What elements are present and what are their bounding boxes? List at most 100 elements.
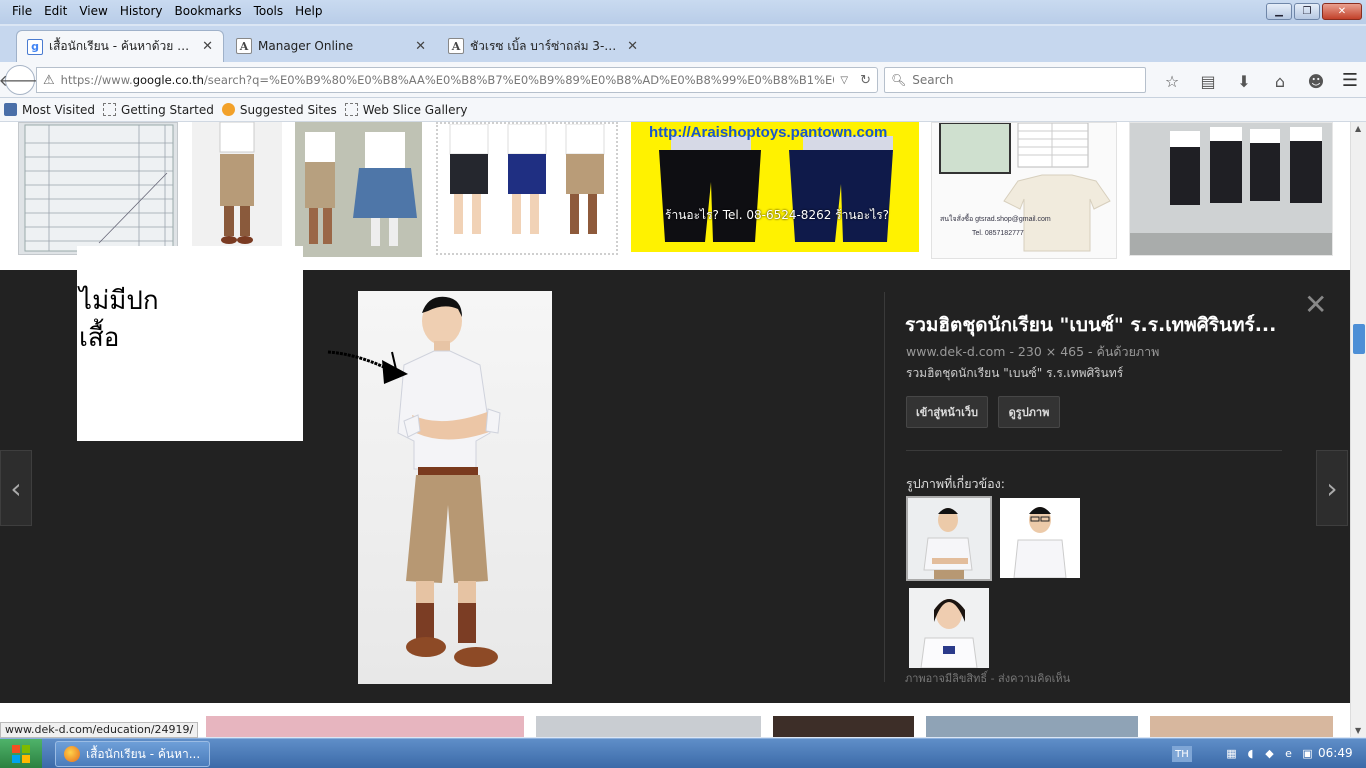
tab-manager-news[interactable]: A ชัวเรซ เบิ้ล บาร์ซ่าถล่ม 3-1 จ่อ... ✕ [438, 30, 648, 62]
close-tab-icon[interactable]: ✕ [627, 39, 638, 54]
network-icon[interactable]: ▦ [1224, 746, 1239, 761]
image-results-row-bottom [0, 716, 1350, 737]
windows-taskbar: เสื้อนักเรียน - ค้นหา... TH ▦ ◖ ◆ e ▣ 06… [0, 738, 1366, 768]
tab-title: ชัวเรซ เบิ้ล บาร์ซ่าถล่ม 3-1 จ่อ... [470, 38, 621, 53]
annotation-line-2: เสื้อ [79, 323, 120, 353]
suggested-icon [221, 103, 235, 116]
image-result[interactable] [773, 716, 914, 737]
bookmark-star-icon[interactable]: ☆ [1154, 70, 1190, 92]
menu-view[interactable]: View [73, 2, 113, 20]
search-bar[interactable]: 🔍︎ [884, 67, 1146, 93]
restore-button[interactable]: ❐ [1294, 3, 1320, 20]
reload-icon[interactable]: ↻ [854, 73, 877, 88]
close-window-button[interactable]: ✕ [1322, 3, 1362, 20]
download-icon[interactable]: ⬇ [1226, 70, 1262, 92]
navigation-bar: 🡐 ⚠ https://www.google.co.th/search?q=%E… [0, 62, 1366, 98]
bookmark-suggested-sites[interactable]: Suggested Sites [221, 103, 337, 117]
next-image-button[interactable]: › [1316, 450, 1348, 526]
menu-bar: File Edit View History Bookmarks Tools H… [0, 0, 329, 22]
bookmark-most-visited[interactable]: Most Visited [4, 103, 95, 117]
language-indicator[interactable]: TH [1172, 746, 1192, 762]
url-text[interactable]: https://www.google.co.th/search?q=%E0%B9… [61, 73, 835, 87]
close-preview-icon[interactable]: ✕ [1304, 288, 1327, 321]
status-url: www.dek-d.com/education/24919/ [0, 722, 199, 738]
app-tray-icon[interactable]: ◆ [1262, 746, 1277, 761]
url-dropdown-icon[interactable]: ▽ [834, 75, 854, 86]
page-scrollbar[interactable]: ▲ ▼ [1350, 122, 1366, 737]
page-content: http://Araishoptoys.pantown.com ร้านอะไร… [0, 122, 1350, 737]
minimize-button[interactable]: ▁ [1266, 3, 1292, 20]
system-tray: ▦ ◖ ◆ e ▣ [1224, 746, 1315, 761]
search-input[interactable] [912, 73, 1133, 87]
copyright-feedback-links[interactable]: ภาพอาจมีลิขสิทธิ์ - ส่งความคิดเห็น [905, 669, 1070, 687]
taskbar-firefox-window[interactable]: เสื้อนักเรียน - ค้นหา... [55, 741, 210, 767]
svg-text:Tel. 0857182777: Tel. 0857182777 [972, 230, 1024, 237]
back-button[interactable]: 🡐 [0, 65, 41, 95]
annotation-arrow [327, 350, 408, 384]
scroll-thumb[interactable] [1353, 324, 1365, 354]
visit-page-button[interactable]: เข้าสู่หน้าเว็บ [906, 396, 988, 428]
power-icon[interactable]: ▣ [1300, 746, 1315, 761]
preview-meta: www.dek-d.com - 230 × 465 - ค้นด้วยภาพ [906, 344, 1160, 359]
tab-manager-online[interactable]: A Manager Online ✕ [226, 30, 436, 62]
menu-help[interactable]: Help [289, 2, 328, 20]
folder-icon [4, 103, 17, 116]
shorts-ad-image [659, 136, 893, 242]
image-result[interactable] [536, 716, 761, 737]
volume-icon[interactable]: ◖ [1243, 746, 1258, 761]
reading-list-icon[interactable]: ▤ [1190, 70, 1226, 92]
document-image [24, 124, 174, 252]
page-icon [344, 103, 358, 116]
menu-tools[interactable]: Tools [248, 2, 290, 20]
related-image-selected[interactable] [906, 496, 992, 581]
tab-google-search[interactable]: g เสื้อนักเรียน - ค้นหาด้วย Google ✕ [16, 30, 224, 62]
window-controls: ▁ ❐ ✕ [1266, 3, 1362, 20]
home-icon[interactable]: ⌂ [1262, 70, 1298, 92]
ie-icon[interactable]: e [1281, 746, 1296, 761]
warning-icon[interactable]: ⚠ [43, 73, 55, 88]
image-result[interactable]: สนใจสั่งซื้อ gtsrad.shop@gmail.com Tel. … [931, 122, 1117, 259]
image-result[interactable] [436, 122, 618, 255]
chevron-left-icon: ‹ [10, 471, 22, 505]
related-image[interactable] [909, 588, 989, 668]
image-result[interactable] [1129, 122, 1333, 256]
bookmark-getting-started[interactable]: Getting Started [103, 103, 214, 117]
students-image [295, 122, 422, 257]
toolbar-icons: ☆ ▤ ⬇ ⌂ ☻ [1154, 70, 1334, 92]
panel-divider [884, 292, 885, 682]
tab-strip: g เสื้อนักเรียน - ค้นหาด้วย Google ✕ A M… [0, 26, 1366, 79]
close-tab-icon[interactable]: ✕ [415, 39, 426, 54]
image-result[interactable] [926, 716, 1138, 737]
bookmark-web-slice[interactable]: Web Slice Gallery [344, 103, 468, 117]
bookmarks-toolbar: Most Visited Getting Started Suggested S… [0, 98, 1366, 122]
menu-hamburger-icon[interactable]: ☰ [1342, 70, 1358, 91]
image-result-shop[interactable]: http://Araishoptoys.pantown.com ร้านอะไร… [631, 122, 919, 252]
previous-image-button[interactable]: ‹ [0, 450, 32, 526]
tab-title: Manager Online [258, 39, 354, 53]
smiley-icon[interactable]: ☻ [1298, 70, 1334, 92]
image-result[interactable] [1150, 716, 1333, 737]
menu-history[interactable]: History [114, 2, 169, 20]
menu-edit[interactable]: Edit [38, 2, 73, 20]
related-image[interactable] [1000, 498, 1080, 578]
page-icon [103, 103, 117, 116]
url-bar[interactable]: ⚠ https://www.google.co.th/search?q=%E0%… [36, 67, 878, 93]
scroll-down-icon[interactable]: ▼ [1355, 726, 1361, 735]
scroll-up-icon[interactable]: ▲ [1355, 124, 1361, 133]
preview-title[interactable]: รวมฮิตชุดนักเรียน "เบนซ์" ร.ร.เทพศิรินทร… [905, 310, 1305, 340]
close-tab-icon[interactable]: ✕ [202, 39, 213, 54]
view-image-button[interactable]: ดูรูปภาพ [998, 396, 1060, 428]
image-result[interactable] [295, 122, 422, 257]
search-icon: 🔍︎ [891, 73, 907, 87]
menu-bookmarks[interactable]: Bookmarks [169, 2, 248, 20]
start-button[interactable] [0, 739, 42, 768]
image-result[interactable] [206, 716, 524, 737]
related-student-glasses-image [1000, 498, 1080, 578]
system-clock[interactable]: 06:49 [1318, 746, 1353, 760]
menu-file[interactable]: File [6, 2, 38, 20]
image-result[interactable] [192, 122, 282, 246]
related-student-image [908, 498, 990, 579]
related-images-label: รูปภาพที่เกี่ยวข้อง: [906, 476, 1005, 491]
image-result[interactable] [18, 122, 178, 255]
window-titlebar: File Edit View History Bookmarks Tools H… [0, 0, 1366, 24]
